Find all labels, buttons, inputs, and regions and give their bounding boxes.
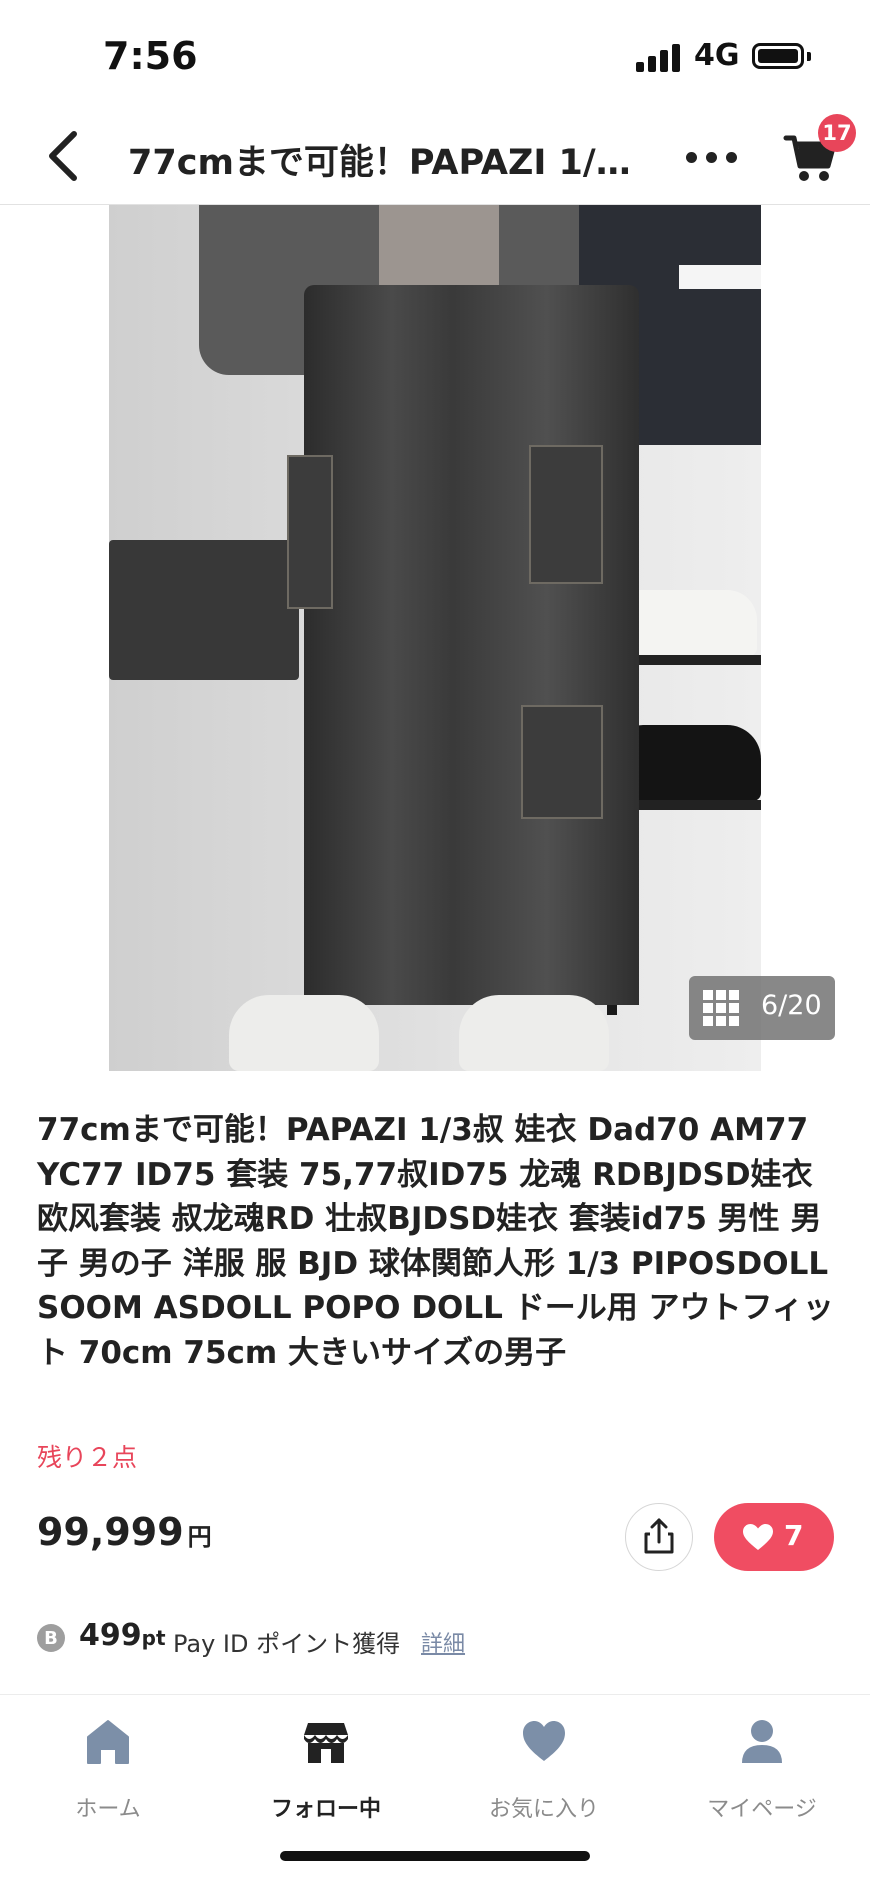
like-count: 7 [784,1519,804,1552]
points-unit: pt [141,1626,166,1650]
stock-remaining: 残り２点 [37,1443,138,1472]
signal-icon [636,42,682,72]
product-price: 99,999 円 [37,1510,212,1554]
home-icon [87,1720,129,1764]
person-icon [742,1720,782,1763]
more-dots-icon[interactable] [686,132,738,182]
store-icon [304,1723,348,1763]
tab-following[interactable]: フォロー中 [226,1717,426,1827]
product-image[interactable] [109,205,761,1071]
heart-icon [743,1524,773,1550]
share-button[interactable] [625,1503,693,1571]
back-arrow-icon[interactable] [40,126,90,186]
tab-favorites-label: お気に入り [488,1797,599,1822]
gallery-counter-text: 6/20 [761,990,822,1021]
page-title: 77cmまで可能！PAPAZI 1/3叔 娃衣 Dad70 AM77 YC77 … [128,143,648,183]
navigation-bar: 77cmまで可能！PAPAZI 1/3叔 娃衣 Dad70 AM77 YC77 … [0,110,870,205]
status-bar: 7:56 4G [0,0,870,110]
tab-following-label: フォロー中 [270,1797,381,1822]
status-time: 7:56 [103,34,198,78]
tab-mypage-label: マイページ [707,1797,817,1822]
cart-count-badge: 17 [818,114,856,152]
points-label: Pay ID ポイント獲得 [173,1630,401,1658]
like-button[interactable]: 7 [714,1503,834,1571]
product-title: 77cmまで可能！PAPAZI 1/3叔 娃衣 Dad70 AM77 YC77 … [37,1112,834,1371]
gallery-counter[interactable]: 6/20 [689,976,835,1040]
network-type: 4G [694,38,740,73]
points-number: 499 [79,1618,142,1653]
price-unit: 円 [187,1523,212,1551]
home-indicator [280,1851,590,1861]
battery-icon [752,43,804,69]
points-icon: B [37,1624,65,1652]
tab-home-label: ホーム [75,1797,141,1822]
points-detail-link[interactable]: 詳細 [421,1626,465,1658]
tab-mypage[interactable]: マイページ [662,1717,862,1827]
share-icon [644,1518,674,1554]
points-value: 499pt [79,1618,166,1653]
battery-tip [807,52,811,61]
tab-favorites[interactable]: お気に入り [444,1717,644,1827]
grid-icon [703,990,739,1026]
price-value: 99,999 [37,1510,184,1554]
tab-home[interactable]: ホーム [8,1717,208,1827]
heart-icon [523,1721,565,1761]
